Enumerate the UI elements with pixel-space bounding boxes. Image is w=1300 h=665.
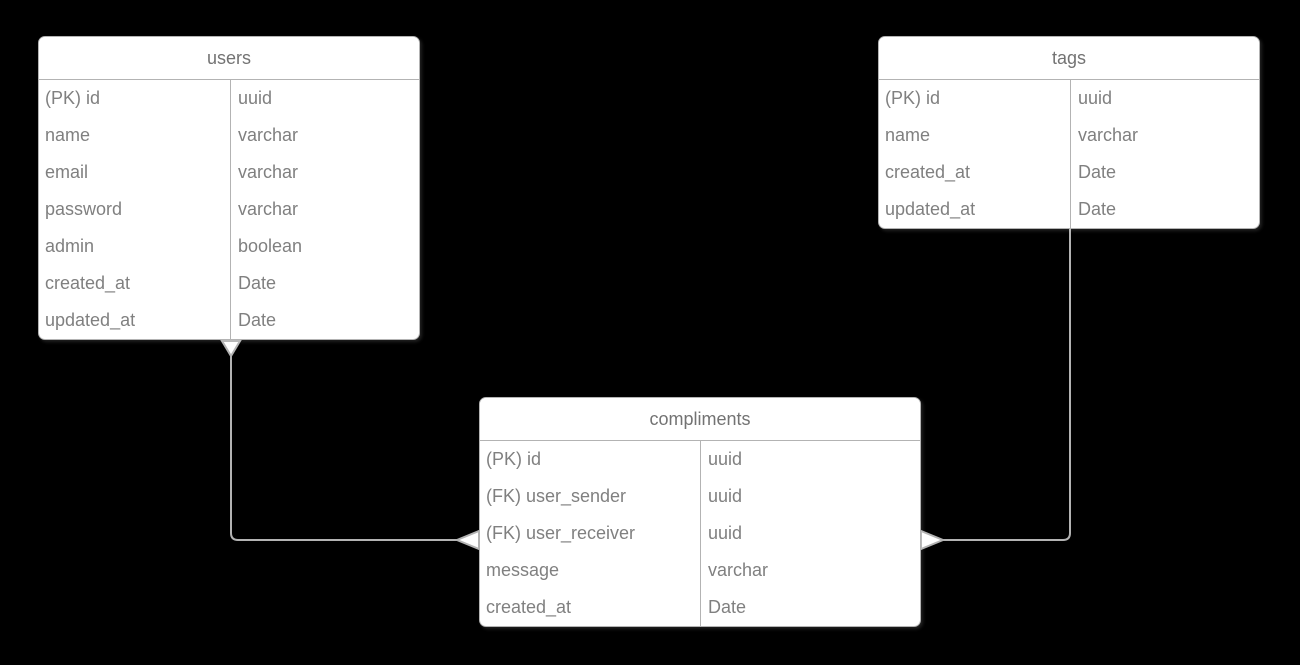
entity-table-users[interactable]: users (PK) id name email password admin create… (38, 36, 420, 340)
entity-title-compliments: compliments (480, 398, 920, 441)
field-type: varchar (238, 162, 299, 182)
field-name: updated_at (45, 310, 136, 330)
field-type: uuid (708, 449, 743, 469)
field-name: (FK) user_receiver (486, 523, 636, 543)
field-type: Date (238, 273, 277, 293)
entity-table-compliments[interactable]: compliments (PK) id (FK) user_sender (FK) u… (479, 397, 921, 627)
field-name-column-tags: (PK) id name created_at updated_at (879, 80, 1071, 228)
field-name: updated_at (885, 199, 976, 219)
field-name: message (486, 560, 560, 580)
field-name: (PK) id (45, 88, 101, 108)
field-type: varchar (1078, 125, 1139, 145)
entity-title-users: users (39, 37, 419, 80)
entity-title-tags: tags (879, 37, 1259, 80)
field-type: uuid (708, 486, 743, 506)
field-name: created_at (45, 273, 131, 293)
field-type: boolean (238, 236, 303, 256)
field-name-column-compliments: (PK) id (FK) user_sender (FK) user_receive… (480, 441, 701, 626)
field-type: Date (708, 597, 747, 617)
field-type: Date (238, 310, 277, 330)
field-name: name (45, 125, 91, 145)
field-type: Date (1078, 162, 1117, 182)
field-type: uuid (708, 523, 743, 543)
field-name: name (885, 125, 931, 145)
field-type: varchar (708, 560, 769, 580)
field-type-column-users: uuid varchar varchar varchar boolean Date Date (231, 80, 419, 339)
field-type: Date (1078, 199, 1117, 219)
relationship-arrowhead-users-to-compliments-from (220, 340, 242, 358)
er-diagram-canvas: users (PK) id name email password admin create… (0, 0, 1300, 665)
field-type: varchar (238, 125, 299, 145)
entity-table-tags[interactable]: tags (PK) id name created_at updated_at uuid v… (878, 36, 1260, 229)
relationship-arrowhead-users-to-compliments-to (454, 529, 480, 551)
field-type-column-tags: uuid varchar Date Date (1071, 80, 1259, 228)
field-name: email (45, 162, 89, 182)
entity-fields-compliments: (PK) id (FK) user_sender (FK) user_receive… (480, 441, 920, 626)
field-type-column-compliments: uuid uuid uuid varchar Date (701, 441, 920, 626)
field-type: varchar (238, 199, 299, 219)
field-name: password (45, 199, 123, 219)
field-name: created_at (885, 162, 971, 182)
field-type: uuid (1078, 88, 1113, 108)
relationship-arrowhead-tags-to-compliments-to (920, 529, 946, 551)
field-name: admin (45, 236, 95, 256)
field-name: created_at (486, 597, 572, 617)
field-name-column-users: (PK) id name email password admin created_atu… (39, 80, 231, 339)
relationship-line-users-to-compliments (230, 339, 457, 541)
field-name: (FK) user_sender (486, 486, 627, 506)
field-type: uuid (238, 88, 273, 108)
relationship-line-tags-to-compliments (943, 228, 1071, 541)
entity-fields-tags: (PK) id name created_at updated_at uuid varch… (879, 80, 1259, 228)
field-name: (PK) id (486, 449, 542, 469)
entity-fields-users: (PK) id name email password admin created_at u… (39, 80, 419, 339)
field-name: (PK) id (885, 88, 941, 108)
